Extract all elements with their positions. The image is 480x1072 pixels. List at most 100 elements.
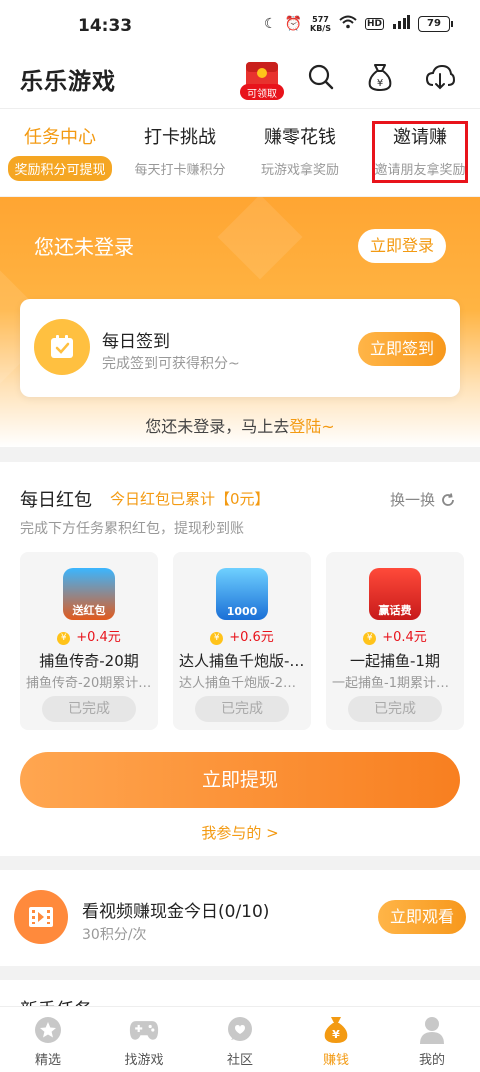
tab-earn-pocket-money[interactable]: 赚零花钱 玩游戏拿奖励 (240, 123, 360, 178)
signal-icon (392, 15, 410, 33)
net-speed: 577 KB/S (310, 15, 331, 33)
nav-item-earn[interactable]: ¥ 赚钱 (288, 1015, 384, 1068)
fish-game-icon: 送红包 (63, 568, 115, 620)
game-name: 捕鱼传奇-20期 (39, 652, 139, 670)
svg-text:¥: ¥ (377, 78, 383, 89)
nav-item-featured[interactable]: 精选 (0, 1015, 96, 1068)
tab-subtitle: 每天打卡赚积分 (134, 163, 226, 178)
tab-checkin-challenge[interactable]: 打卡挑战 每天打卡赚积分 (120, 123, 240, 178)
login-button[interactable]: 立即登录 (358, 229, 446, 263)
game-task-desc: 捕鱼传奇-20期累计登录 (26, 676, 152, 691)
completed-status: 已完成 (195, 696, 289, 722)
video-task-points: 30积分/次 (82, 927, 147, 943)
game-reward: ¥ +0.4元 (20, 626, 158, 645)
net-speed-unit: KB/S (310, 24, 331, 33)
gift-badge-label: 可领取 (247, 89, 277, 100)
video-task-title: 看视频赚现金今日(0/10) (82, 902, 270, 922)
wifi-icon (339, 15, 357, 33)
daily-red-packet-section: 每日红包 今日红包已累计【0元】 换一换 完成下方任务累积红包，提现秒到账 送红… (0, 462, 480, 856)
fish-game-icon: 1000 (216, 568, 268, 620)
refresh-icon (442, 492, 454, 506)
highlight-box (372, 121, 468, 183)
star-icon (33, 1015, 63, 1045)
red-packet-total: 今日红包已累计【0元】 (110, 490, 270, 508)
battery-icon: 79 (418, 16, 453, 32)
nav-item-community[interactable]: 社区 (192, 1015, 288, 1068)
gift-badge-button[interactable]: 可领取 (238, 58, 286, 102)
tab-title: 赚零花钱 (264, 127, 336, 148)
reward-value: +0.4元 (76, 630, 121, 645)
completed-status: 已完成 (348, 696, 442, 722)
money-bag-button[interactable]: ¥ (363, 60, 397, 94)
coin-icon: ¥ (210, 632, 224, 645)
nav-label: 我的 (418, 1053, 445, 1068)
my-participation-link[interactable]: 我参与的 > (0, 822, 480, 843)
hd-icon: HD (364, 18, 384, 30)
fish-game-icon: 赢话费 (369, 568, 421, 620)
alarm-icon: ⏰ (284, 16, 302, 32)
daily-signin-card: 每日签到 完成签到可获得积分~ 立即签到 (20, 299, 460, 397)
nav-label: 社区 (226, 1053, 253, 1068)
nav-label: 精选 (34, 1053, 61, 1068)
game-reward: ¥ +0.6元 (173, 626, 311, 645)
reward-value: +0.6元 (229, 630, 274, 645)
refresh-label: 换一换 (390, 491, 436, 509)
signin-subtitle: 完成签到可获得积分~ (102, 356, 240, 372)
game-task-card[interactable]: 送红包 ¥ +0.4元 捕鱼传奇-20期 捕鱼传奇-20期累计登录 已完成 (20, 552, 158, 730)
coin-icon: ¥ (57, 632, 71, 645)
signin-title: 每日签到 (102, 332, 170, 352)
tab-subtitle: 奖励积分可提现 (8, 156, 112, 181)
game-task-desc: 达人捕鱼千炮版-2期累计 (179, 676, 305, 691)
video-icon (14, 890, 68, 944)
svg-text:¥: ¥ (332, 1028, 340, 1041)
tab-task-center[interactable]: 任务中心 奖励积分可提现 (0, 123, 120, 181)
completed-status: 已完成 (42, 696, 136, 722)
reward-value: +0.4元 (382, 630, 427, 645)
not-logged-text: 您还未登录，马上去 (145, 417, 290, 436)
login-banner: 您还未登录 立即登录 每日签到 完成签到可获得积分~ 立即签到 您还未登录，马上… (0, 197, 480, 447)
app-header: 乐乐游戏 可领取 ¥ (0, 52, 480, 108)
bottom-nav: 精选 找游戏 社区 ¥ 赚钱 我的 (0, 1006, 480, 1072)
watch-now-button[interactable]: 立即观看 (378, 900, 466, 934)
chat-icon (225, 1015, 255, 1045)
nav-label: 找游戏 (124, 1053, 164, 1068)
money-bag-icon: ¥ (368, 64, 392, 92)
net-speed-value: 577 (312, 15, 329, 24)
status-icons: ☾ ⏰ 577 KB/S HD 79 (264, 15, 453, 33)
tab-title: 打卡挑战 (144, 127, 216, 148)
game-task-desc: 一起捕鱼-1期累计登录 (332, 676, 458, 691)
signin-button[interactable]: 立即签到 (358, 332, 446, 366)
nav-label: 赚钱 (322, 1053, 349, 1068)
app-title: 乐乐游戏 (20, 69, 116, 95)
calendar-check-icon (34, 319, 90, 375)
nav-item-mine[interactable]: 我的 (384, 1015, 480, 1068)
game-task-card[interactable]: 1000 ¥ +0.6元 达人捕鱼千炮版-2期 达人捕鱼千炮版-2期累计 已完成 (173, 552, 311, 730)
game-name: 一起捕鱼-1期 (350, 652, 440, 670)
search-icon (308, 64, 334, 90)
video-task-row: 看视频赚现金今日(0/10) 30积分/次 立即观看 (0, 870, 480, 966)
section-description: 完成下方任务累积红包，提现秒到账 (20, 521, 244, 537)
download-button[interactable] (423, 60, 457, 94)
gamepad-icon (129, 1015, 159, 1045)
game-task-card[interactable]: 赢话费 ¥ +0.4元 一起捕鱼-1期 一起捕鱼-1期累计登录 已完成 (326, 552, 464, 730)
refresh-button[interactable]: 换一换 (390, 489, 455, 510)
game-reward: ¥ +0.4元 (326, 626, 464, 645)
coin-icon: ¥ (363, 632, 377, 645)
not-logged-hint: 您还未登录，马上去登陆~ (0, 413, 480, 437)
tab-subtitle: 玩游戏拿奖励 (260, 163, 339, 178)
section-title: 每日红包 (20, 490, 92, 511)
person-icon (417, 1015, 447, 1045)
tab-title: 任务中心 (24, 127, 96, 148)
cloud-download-icon (425, 64, 455, 90)
login-link[interactable]: 登陆~ (289, 417, 334, 436)
status-bar: 14:33 ☾ ⏰ 577 KB/S HD 79 (0, 0, 480, 52)
game-name: 达人捕鱼千炮版-2期 (179, 652, 305, 670)
banner-decoration (217, 197, 303, 280)
app-root: 14:33 ☾ ⏰ 577 KB/S HD 79 乐乐游戏 可领取 ¥ 任务中心… (0, 0, 480, 1072)
moon-icon: ☾ (264, 16, 277, 32)
status-time: 14:33 (78, 16, 133, 36)
nav-item-find-games[interactable]: 找游戏 (96, 1015, 192, 1068)
withdraw-button[interactable]: 立即提现 (20, 752, 460, 808)
money-bag-icon: ¥ (321, 1015, 351, 1045)
search-button[interactable] (304, 60, 338, 94)
